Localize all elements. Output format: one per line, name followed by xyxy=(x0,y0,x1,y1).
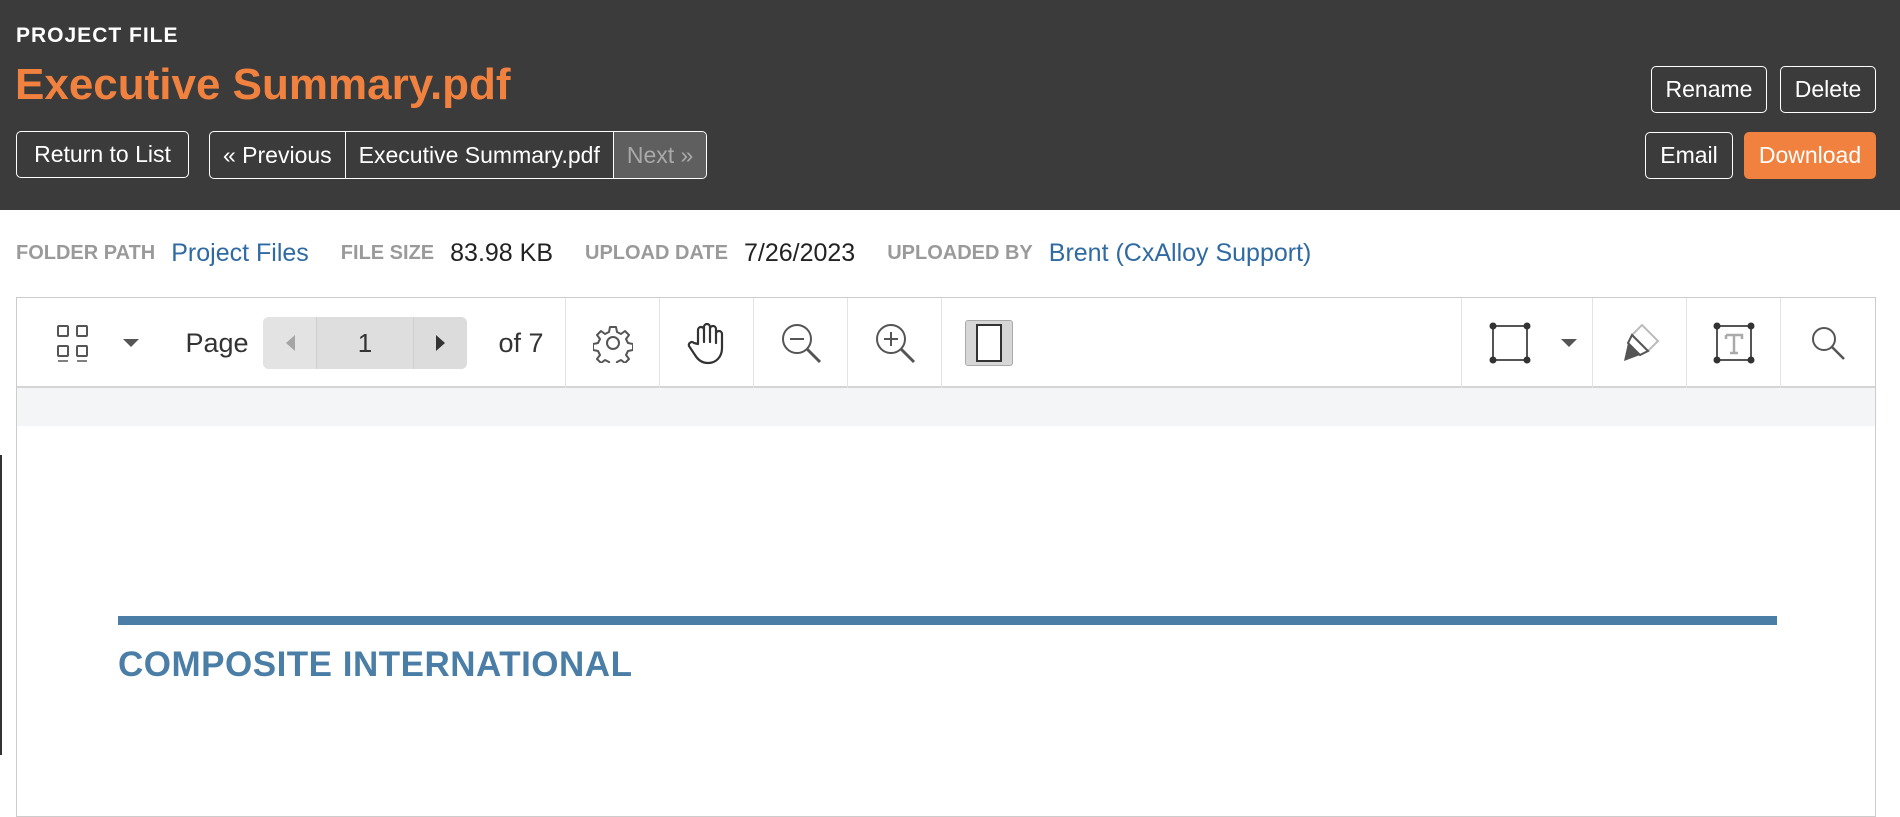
folder-path-label: FOLDER PATH xyxy=(16,241,156,264)
return-to-list-button[interactable]: Return to List xyxy=(16,131,189,178)
section-eyebrow: PROJECT FILE xyxy=(16,24,179,47)
page-label: Page xyxy=(185,327,249,358)
file-navigation-group: « Previous Executive Summary.pdf Next » xyxy=(209,131,708,179)
zoom-out-icon[interactable] xyxy=(754,298,847,388)
email-button[interactable]: Email xyxy=(1645,132,1733,179)
page-count-wrap: of 7 xyxy=(479,298,563,388)
caret-right-icon xyxy=(435,335,445,351)
uploaded-by-label: UPLOADED BY xyxy=(887,241,1033,264)
document-heading-rule xyxy=(118,616,1777,625)
page-count-label: of 7 xyxy=(498,327,544,358)
current-file-button[interactable]: Executive Summary.pdf xyxy=(346,132,614,178)
page-number-input[interactable]: 1 xyxy=(316,317,414,369)
next-file-button[interactable]: Next » xyxy=(613,132,707,178)
rectangle-select-icon[interactable] xyxy=(1475,298,1545,388)
file-size-label: FILE SIZE xyxy=(340,241,435,264)
chevron-down-icon[interactable] xyxy=(1551,298,1587,388)
chevron-down-icon[interactable] xyxy=(113,298,149,388)
header-bar: PROJECT FILE Executive Summary.pdf Renam… xyxy=(0,0,1900,210)
uploaded-by-link[interactable]: Brent (CxAlloy Support) xyxy=(1049,239,1312,268)
caret-left-icon xyxy=(285,335,295,351)
single-page-icon[interactable] xyxy=(942,298,1035,388)
page-stepper: 1 xyxy=(263,317,467,369)
document-heading: COMPOSITE INTERNATIONAL xyxy=(118,645,633,684)
delete-button[interactable]: Delete xyxy=(1780,66,1876,113)
upload-date-label: UPLOAD DATE xyxy=(585,241,728,264)
zoom-in-icon[interactable] xyxy=(848,298,941,388)
search-icon[interactable] xyxy=(1781,298,1874,388)
thumbnails-icon[interactable] xyxy=(43,298,103,388)
left-edge-shadow xyxy=(0,455,2,755)
file-size-value: 83.98 KB xyxy=(450,238,553,267)
page-top-margin xyxy=(17,388,1875,426)
pdf-viewer: Page 1 of 7 COMPOSITE INTERNATIONAL xyxy=(16,297,1876,817)
folder-path-link[interactable]: Project Files xyxy=(171,239,309,268)
page-title: Executive Summary.pdf xyxy=(15,60,511,109)
previous-page-button[interactable] xyxy=(263,317,316,369)
download-button[interactable]: Download xyxy=(1744,132,1876,179)
upload-date-value: 7/26/2023 xyxy=(743,238,856,267)
rename-button[interactable]: Rename xyxy=(1651,66,1767,113)
viewer-toolbar: Page 1 of 7 xyxy=(17,298,1875,388)
gear-icon[interactable] xyxy=(566,298,659,388)
file-metadata: FOLDER PATH Project Files FILE SIZE 83.9… xyxy=(16,238,1343,268)
highlighter-icon[interactable] xyxy=(1593,298,1686,388)
page-label-wrap: Page xyxy=(179,298,255,388)
next-page-button[interactable] xyxy=(414,317,467,369)
previous-file-button[interactable]: « Previous xyxy=(210,132,346,178)
text-box-icon[interactable] xyxy=(1687,298,1780,388)
hand-icon[interactable] xyxy=(660,298,753,388)
